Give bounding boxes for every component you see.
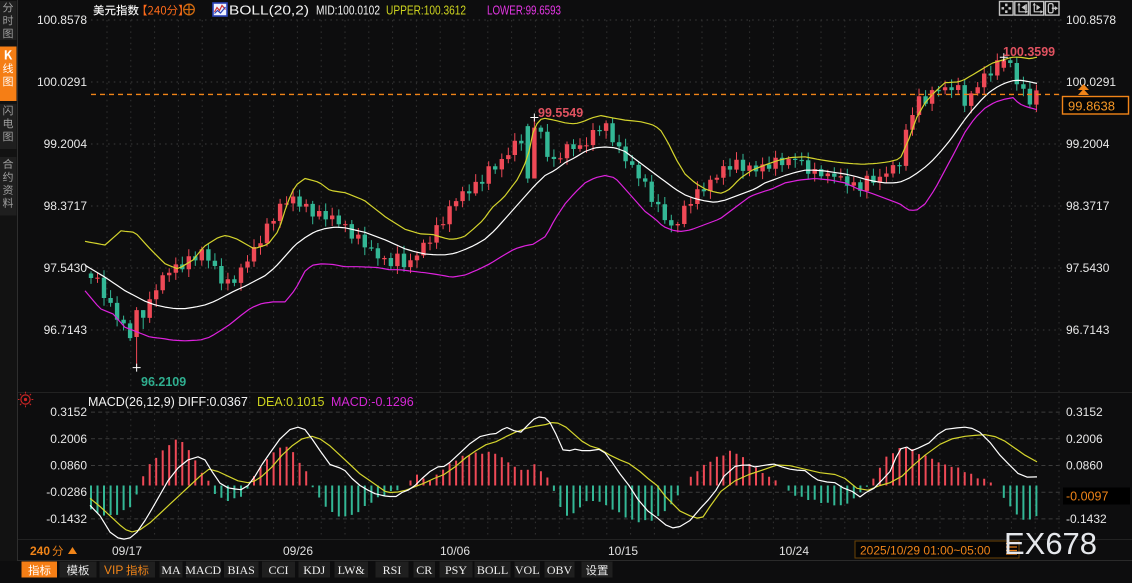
svg-text:BIAS: BIAS [228, 563, 255, 577]
svg-text:98.3717: 98.3717 [44, 199, 88, 213]
svg-text:EX678: EX678 [1004, 526, 1097, 561]
svg-text:MA: MA [161, 563, 181, 577]
svg-text:DEA:0.1015: DEA:0.1015 [257, 395, 324, 409]
svg-text:96.7143: 96.7143 [44, 323, 88, 337]
svg-text:97.5430: 97.5430 [1066, 261, 1110, 275]
svg-text:-0.0097: -0.0097 [1066, 490, 1108, 504]
svg-text:10/15: 10/15 [608, 544, 638, 558]
svg-text:PSY: PSY [445, 563, 467, 577]
svg-text:99.5549: 99.5549 [538, 106, 583, 120]
svg-text:VIP: VIP [104, 563, 123, 577]
svg-text:0.2006: 0.2006 [1066, 432, 1103, 446]
svg-text:09/17: 09/17 [112, 544, 142, 558]
svg-text:99.2004: 99.2004 [44, 137, 88, 151]
svg-text:96.7143: 96.7143 [1066, 323, 1110, 337]
svg-text:96.2109: 96.2109 [141, 375, 186, 389]
svg-text:100.3599: 100.3599 [1003, 45, 1055, 59]
svg-text:100.0291: 100.0291 [1066, 75, 1116, 89]
svg-text:VOL: VOL [515, 563, 540, 577]
svg-text:LOWER:99.6593: LOWER:99.6593 [487, 4, 561, 18]
svg-text:CR: CR [416, 563, 432, 577]
svg-text:99.2004: 99.2004 [1066, 137, 1110, 151]
svg-text:BOLL: BOLL [477, 563, 508, 577]
svg-text:240: 240 [30, 544, 50, 558]
svg-text:CCI: CCI [268, 563, 288, 577]
svg-text:10/06: 10/06 [440, 544, 470, 558]
svg-text:MACD: MACD [185, 563, 221, 577]
svg-text:0.0860: 0.0860 [1066, 459, 1103, 473]
svg-text:99.8638: 99.8638 [1068, 99, 1115, 114]
svg-text:-0.1432: -0.1432 [1066, 512, 1107, 526]
svg-text:-0.1432: -0.1432 [46, 512, 87, 526]
svg-text:0.0860: 0.0860 [50, 459, 87, 473]
svg-text:97.5430: 97.5430 [44, 261, 88, 275]
svg-text:LW&: LW& [338, 563, 366, 577]
svg-text:98.3717: 98.3717 [1066, 199, 1110, 213]
svg-text:MID:100.0102: MID:100.0102 [316, 4, 380, 18]
svg-text:0.2006: 0.2006 [50, 432, 87, 446]
svg-text:100.8578: 100.8578 [37, 13, 87, 27]
svg-text:MACD:-0.1296: MACD:-0.1296 [331, 395, 414, 409]
svg-text:100.8578: 100.8578 [1066, 13, 1116, 27]
svg-text:MACD(26,12,9) DIFF:0.0367: MACD(26,12,9) DIFF:0.0367 [88, 395, 248, 409]
svg-text:0.3152: 0.3152 [50, 405, 87, 419]
svg-text:RSI: RSI [383, 563, 402, 577]
svg-text:0.3152: 0.3152 [1066, 405, 1103, 419]
svg-text:09/26: 09/26 [283, 544, 313, 558]
svg-text:KDJ: KDJ [303, 563, 325, 577]
svg-text:UPPER:100.3612: UPPER:100.3612 [386, 4, 466, 18]
svg-text:2025/10/29 01:00~05:00: 2025/10/29 01:00~05:00 [860, 544, 991, 558]
svg-text:BOLL(20,2): BOLL(20,2) [229, 4, 309, 18]
svg-text:10/24: 10/24 [779, 544, 809, 558]
svg-text:-0.0286: -0.0286 [46, 485, 87, 499]
svg-text:OBV: OBV [547, 563, 573, 577]
svg-text:100.0291: 100.0291 [37, 75, 87, 89]
